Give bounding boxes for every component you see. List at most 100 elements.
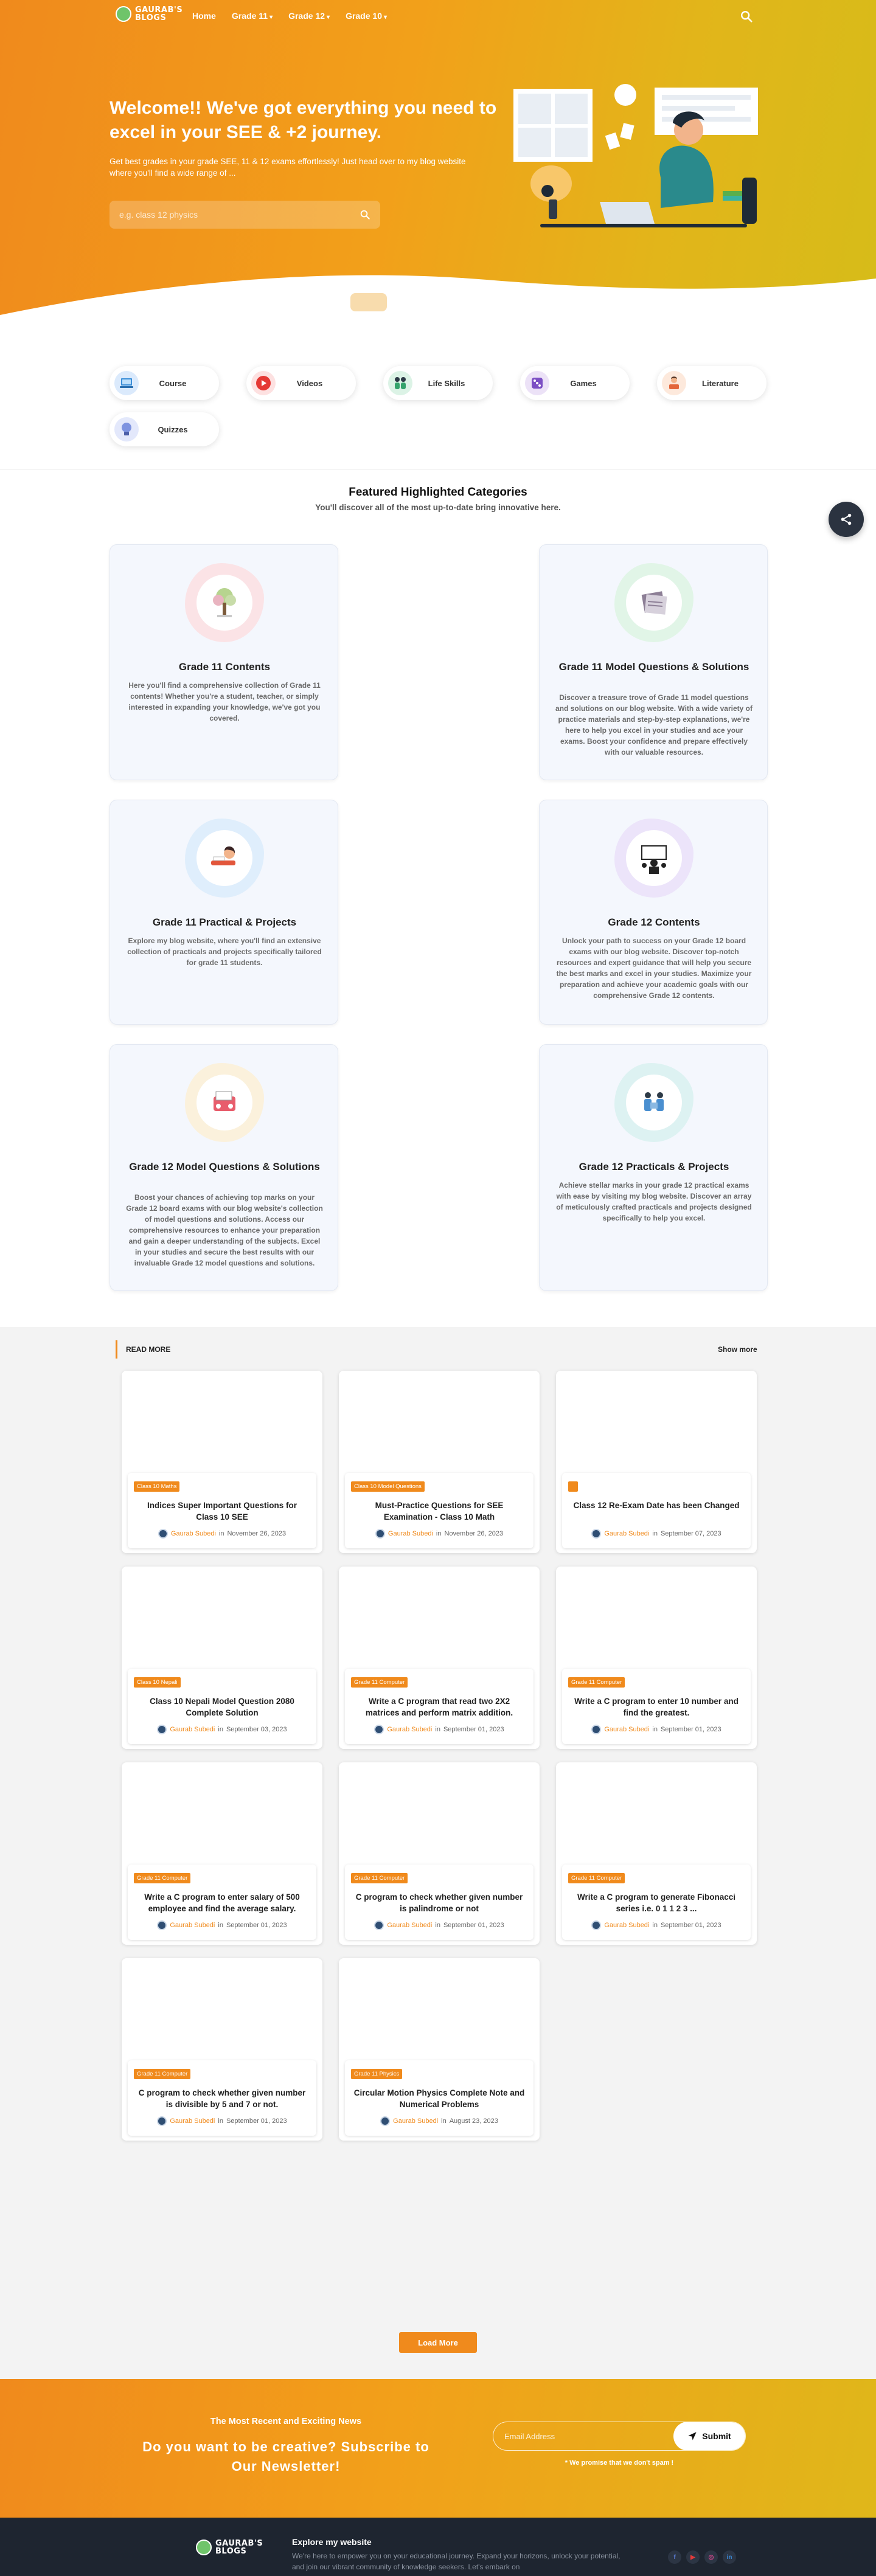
category-card-grade-12-contents[interactable]: Grade 12 Contents Unlock your path to su… <box>539 800 768 1025</box>
post-card[interactable]: Class 10 Model Questions Must-Practice Q… <box>339 1371 540 1553</box>
category-description: Unlock your path to success on your Grad… <box>556 937 752 1000</box>
site-footer: GAURAB'S BLOGS Explore my website We're … <box>0 2518 876 2576</box>
post-card[interactable]: Class 12 Re-Exam Date has been Changed G… <box>556 1371 757 1553</box>
post-date: September 01, 2023 <box>443 1726 504 1733</box>
hero-illustration <box>513 84 758 227</box>
post-title[interactable]: Class 12 Re-Exam Date has been Changed <box>571 1500 742 1511</box>
category-title: Grade 12 Contents <box>608 916 700 928</box>
search-icon[interactable] <box>360 209 370 220</box>
post-category-tag[interactable]: Grade 11 Computer <box>134 1873 191 1883</box>
hero-search-input[interactable] <box>119 210 360 220</box>
post-card[interactable]: Class 10 Nepali Class 10 Nepali Model Qu… <box>122 1567 322 1749</box>
post-title[interactable]: Write a C program to generate Fibonacci … <box>571 1891 742 1914</box>
post-category-tag[interactable]: Grade 11 Computer <box>568 1677 625 1688</box>
post-card[interactable]: Grade 11 Computer C program to check whe… <box>339 1762 540 1945</box>
search-icon[interactable] <box>740 10 753 23</box>
post-author[interactable]: Gaurab Subedi <box>170 2117 215 2125</box>
youtube-icon[interactable]: ▶ <box>686 2550 700 2564</box>
post-author[interactable]: Gaurab Subedi <box>393 2117 438 2125</box>
nav-grade-11[interactable]: Grade 11 ▾ <box>232 11 273 21</box>
post-category-tag[interactable]: Grade 11 Computer <box>351 1677 408 1688</box>
email-field[interactable] <box>493 2422 673 2450</box>
post-card[interactable]: Grade 11 Physics Circular Motion Physics… <box>339 1958 540 2141</box>
facebook-icon[interactable]: f <box>668 2550 681 2564</box>
post-meta: Gaurab Subedi in September 07, 2023 <box>562 1529 751 1539</box>
post-title[interactable]: Class 10 Nepali Model Question 2080 Comp… <box>136 1695 308 1719</box>
category-card-grade-12-practicals[interactable]: Grade 12 Practicals & Projects Achieve s… <box>539 1044 768 1291</box>
post-meta: Gaurab Subedi in November 26, 2023 <box>345 1529 534 1539</box>
post-category-tag[interactable]: Grade 11 Computer <box>134 2069 191 2079</box>
nav-grade-12[interactable]: Grade 12 ▾ <box>288 11 330 21</box>
post-category-tag[interactable] <box>568 1481 578 1492</box>
category-card-grade-12-model-questions[interactable]: Grade 12 Model Questions & Solutions Boo… <box>109 1044 338 1291</box>
nav-links: Home Grade 11 ▾ Grade 12 ▾ Grade 10 ▾ <box>192 11 387 21</box>
post-title[interactable]: C program to check whether given number … <box>136 2087 308 2110</box>
team-icon <box>626 1075 682 1130</box>
post-author[interactable]: Gaurab Subedi <box>387 1726 432 1733</box>
post-title[interactable]: Write a C program that read two 2X2 matr… <box>353 1695 525 1719</box>
post-meta: Gaurab Subedi in September 01, 2023 <box>562 1920 751 1930</box>
category-card-grade-11-contents[interactable]: Grade 11 Contents Here you'll find a com… <box>109 544 338 780</box>
teacher-icon <box>626 830 682 886</box>
post-card[interactable]: Grade 11 Computer Write a C program to g… <box>556 1762 757 1945</box>
category-card-grade-11-model-questions[interactable]: Grade 11 Model Questions & Solutions Dis… <box>539 544 768 780</box>
post-category-tag[interactable]: Grade 11 Computer <box>568 1873 625 1883</box>
post-meta: Gaurab Subedi in September 01, 2023 <box>128 2116 316 2126</box>
post-date: September 01, 2023 <box>660 1922 721 1929</box>
post-title[interactable]: Write a C program to enter salary of 500… <box>136 1891 308 1914</box>
quick-link-quizzes[interactable]: Quizzes <box>109 412 219 446</box>
post-author[interactable]: Gaurab Subedi <box>387 1922 432 1929</box>
post-category-tag[interactable]: Grade 11 Physics <box>351 2069 403 2079</box>
avatar <box>157 1920 167 1930</box>
category-blob <box>185 563 264 642</box>
submit-button[interactable]: Submit <box>673 2422 745 2450</box>
post-date: August 23, 2023 <box>449 2117 498 2125</box>
category-description: Discover a treasure trove of Grade 11 mo… <box>555 693 753 757</box>
site-logo[interactable]: GAURAB'S BLOGS <box>116 6 182 22</box>
post-author[interactable]: Gaurab Subedi <box>604 1530 649 1537</box>
instagram-icon[interactable]: ◎ <box>704 2550 718 2564</box>
quick-link-videos[interactable]: Videos <box>246 366 356 400</box>
quick-link-games[interactable]: Games <box>520 366 630 400</box>
send-icon <box>688 2432 697 2440</box>
nav-home[interactable]: Home <box>192 11 216 21</box>
post-category-tag[interactable]: Grade 11 Computer <box>351 1873 408 1883</box>
post-author[interactable]: Gaurab Subedi <box>604 1726 649 1733</box>
post-title[interactable]: Circular Motion Physics Complete Note an… <box>353 2087 525 2110</box>
share-button[interactable] <box>829 502 864 537</box>
footer-logo[interactable]: GAURAB'S BLOGS <box>196 2540 263 2555</box>
nav-grade-10[interactable]: Grade 10 ▾ <box>346 11 387 21</box>
post-card[interactable]: Grade 11 Computer C program to check whe… <box>122 1958 322 2141</box>
post-author[interactable]: Gaurab Subedi <box>604 1922 649 1929</box>
post-category-tag[interactable]: Class 10 Nepali <box>134 1677 181 1688</box>
post-category-tag[interactable]: Class 10 Model Questions <box>351 1481 425 1492</box>
category-card-grade-11-practical[interactable]: Grade 11 Practical & Projects Explore my… <box>109 800 338 1025</box>
post-title[interactable]: Indices Super Important Questions for Cl… <box>136 1500 308 1523</box>
category-blob <box>614 563 693 642</box>
newsletter-kicker: The Most Recent and Exciting News <box>210 2417 362 2426</box>
load-more-button[interactable]: Load More <box>399 2332 477 2353</box>
post-date: November 26, 2023 <box>227 1530 287 1537</box>
post-author[interactable]: Gaurab Subedi <box>171 1530 216 1537</box>
quick-link-life-skills[interactable]: Life Skills <box>383 366 493 400</box>
category-title: Grade 11 Contents <box>178 661 271 673</box>
newsletter-title: Do you want to be creative? Subscribe to… <box>142 2439 429 2474</box>
post-card[interactable]: Grade 11 Computer Write a C program that… <box>339 1567 540 1749</box>
quick-link-literature[interactable]: Literature <box>657 366 766 400</box>
featured-title: Featured Highlighted Categories <box>349 486 527 499</box>
show-more-link[interactable]: Show more <box>718 1340 757 1359</box>
post-card[interactable]: Class 10 Maths Indices Super Important Q… <box>122 1371 322 1553</box>
bulb-icon <box>114 417 139 441</box>
post-title[interactable]: Must-Practice Questions for SEE Examinat… <box>353 1500 525 1523</box>
post-card[interactable]: Grade 11 Computer Write a C program to e… <box>556 1567 757 1749</box>
post-meta: Gaurab Subedi in August 23, 2023 <box>345 2116 534 2126</box>
post-title[interactable]: C program to check whether given number … <box>353 1891 525 1914</box>
post-author[interactable]: Gaurab Subedi <box>388 1530 433 1537</box>
post-title[interactable]: Write a C program to enter 10 number and… <box>571 1695 742 1719</box>
post-card[interactable]: Grade 11 Computer Write a C program to e… <box>122 1762 322 1945</box>
post-category-tag[interactable]: Class 10 Maths <box>134 1481 180 1492</box>
quick-link-course[interactable]: Course <box>109 366 219 400</box>
linkedin-icon[interactable]: in <box>723 2550 736 2564</box>
post-author[interactable]: Gaurab Subedi <box>170 1922 215 1929</box>
post-author[interactable]: Gaurab Subedi <box>170 1726 215 1733</box>
